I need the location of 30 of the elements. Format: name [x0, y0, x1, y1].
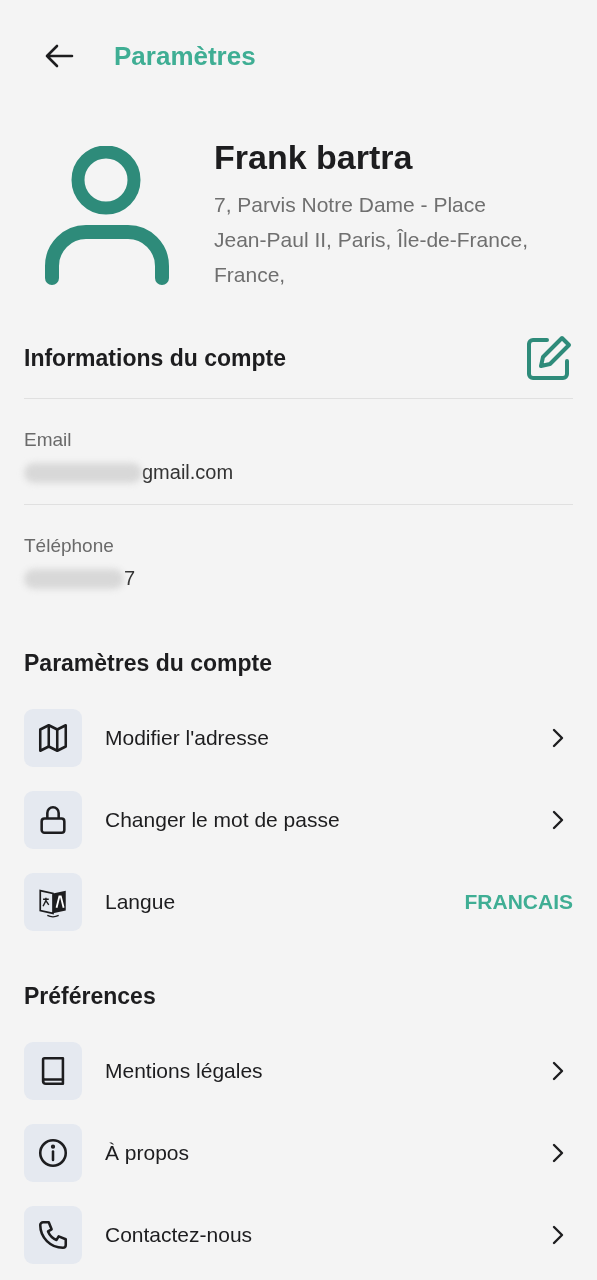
settings-row[interactable]: À propos [24, 1112, 573, 1194]
translate-icon [24, 873, 82, 931]
section-title: Informations du compte [24, 344, 286, 372]
field-value: gmail.com [142, 461, 234, 484]
field-label: Téléphone [24, 535, 115, 557]
chevron-icon [551, 809, 565, 831]
lock-icon [24, 791, 82, 849]
phone-icon [24, 1206, 82, 1264]
language-value: FRANCAIS [464, 890, 573, 914]
chevron-icon [551, 1142, 565, 1164]
user-address: 7, Parvis Notre Dame - Place Jean-Paul II, Paris, Île-de-France, France, [214, 192, 529, 288]
settings-row[interactable]: Mentions légales [24, 1030, 573, 1112]
settings-row[interactable]: Langue FRANCAIS [24, 861, 573, 943]
user-name: Frank bartra [214, 138, 414, 177]
field-label: Email [24, 429, 73, 451]
info-icon [24, 1124, 82, 1182]
avatar-icon [44, 146, 170, 286]
settings-row[interactable]: Modifier l'adresse [24, 697, 573, 779]
section-title: Préférences [24, 982, 157, 1011]
chevron-icon [551, 727, 565, 749]
section-title: Paramètres du compte [24, 649, 273, 678]
field-value: 7 [124, 567, 136, 590]
chevron-icon [551, 1224, 565, 1246]
settings-row[interactable]: Contactez-nous [24, 1194, 573, 1276]
map-icon [24, 709, 82, 767]
settings-row[interactable]: Changer le mot de passe [24, 779, 573, 861]
chevron-icon [551, 1060, 565, 1082]
page-title: Paramètres [114, 40, 256, 72]
edit-button[interactable] [525, 334, 573, 382]
book-icon [24, 1042, 82, 1100]
